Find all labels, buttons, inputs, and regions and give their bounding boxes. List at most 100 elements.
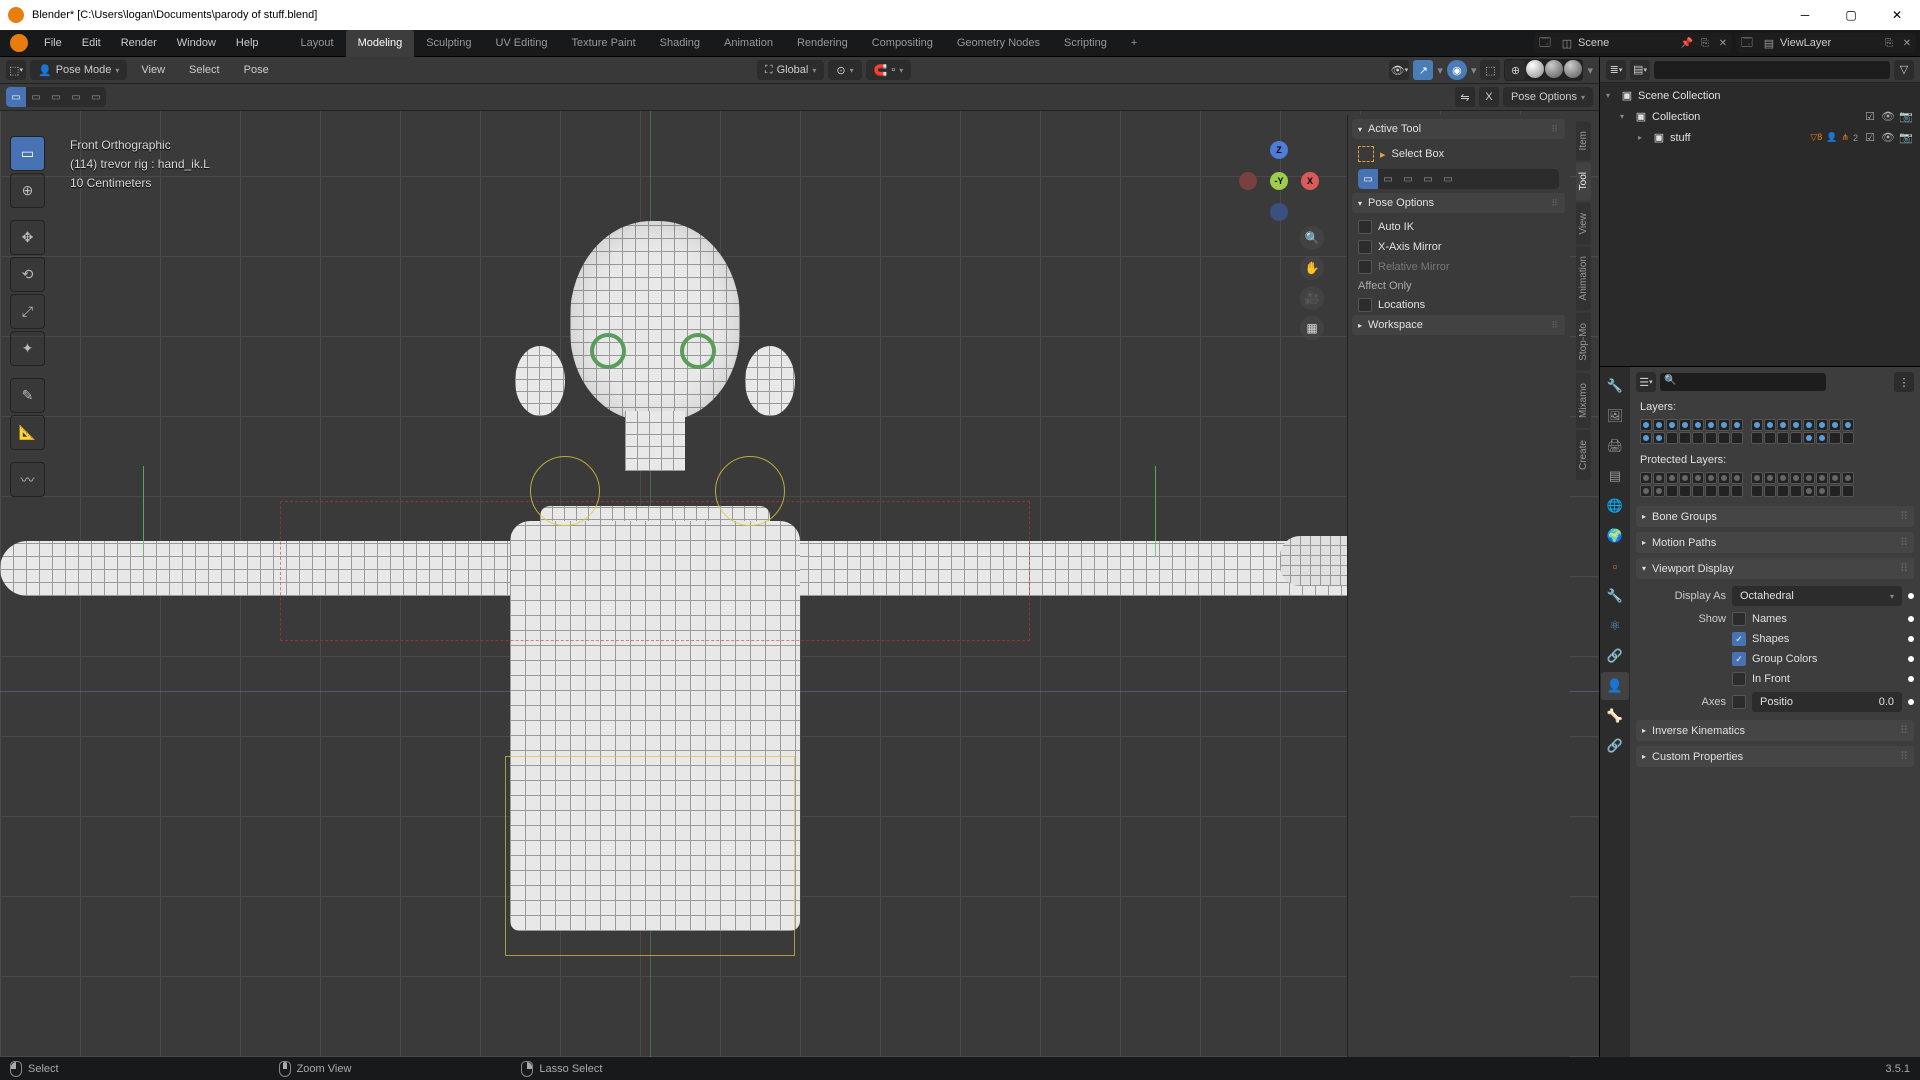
tree-collection[interactable]: ▾ ▣ Collection ☑ 👁 📷 xyxy=(1600,106,1920,127)
layer-button[interactable] xyxy=(1679,485,1691,497)
layer-button[interactable] xyxy=(1829,485,1841,497)
panel-custom[interactable]: ▸Custom Properties⠿ xyxy=(1636,746,1914,767)
layer-button[interactable] xyxy=(1679,432,1691,444)
check-in-front[interactable] xyxy=(1732,672,1746,686)
nav-zoom-icon[interactable]: 🔍 xyxy=(1300,226,1324,250)
ws-sculpting[interactable]: Sculpting xyxy=(414,30,483,57)
row-locations[interactable]: Locations xyxy=(1352,295,1565,315)
ptab-object[interactable]: ▫ xyxy=(1601,552,1629,580)
toggle-visible[interactable]: 👁 xyxy=(1880,110,1896,123)
toggle-render[interactable]: 📷 xyxy=(1898,131,1914,144)
minimize-button[interactable]: ─ xyxy=(1782,0,1828,30)
viewlayer-new-icon[interactable]: ⎘ xyxy=(1880,34,1898,52)
panel-pose-options[interactable]: ▾Pose Options⠿ xyxy=(1352,193,1565,213)
layer-button[interactable] xyxy=(1666,419,1678,431)
layer-button[interactable] xyxy=(1692,485,1704,497)
layer-button[interactable] xyxy=(1653,485,1665,497)
blender-icon[interactable] xyxy=(10,34,28,52)
layer-button[interactable] xyxy=(1640,485,1652,497)
ptab-armature[interactable]: 👤 xyxy=(1601,672,1629,700)
layer-button[interactable] xyxy=(1777,419,1789,431)
ptab-bone[interactable]: 🦴 xyxy=(1601,702,1629,730)
vp-menu-pose[interactable]: Pose xyxy=(234,57,279,84)
editor-type-icon[interactable]: ⬚▾ xyxy=(6,60,26,80)
layer-button[interactable] xyxy=(1666,432,1678,444)
layer-button[interactable] xyxy=(1731,419,1743,431)
toggle-exclude[interactable]: ☑ xyxy=(1862,110,1878,123)
toolpanel-selmode-2[interactable]: ▭ xyxy=(1378,169,1398,189)
row-auto-ik[interactable]: Auto IK xyxy=(1352,217,1565,237)
check-group-colors[interactable]: ✓ xyxy=(1732,652,1746,666)
toolpanel-selmode-4[interactable]: ▭ xyxy=(1418,169,1438,189)
layer-button[interactable] xyxy=(1718,472,1730,484)
ws-scripting[interactable]: Scripting xyxy=(1052,30,1119,57)
viewlayer-selector[interactable]: 🗔 ▤ ⎘ ✕ xyxy=(1736,33,1916,53)
layer-button[interactable] xyxy=(1790,432,1802,444)
panel-motion-paths[interactable]: ▸Motion Paths⠿ xyxy=(1636,532,1914,553)
check-names[interactable] xyxy=(1732,612,1746,626)
layer-button[interactable] xyxy=(1803,485,1815,497)
reset-names[interactable] xyxy=(1908,616,1914,622)
ws-uvediting[interactable]: UV Editing xyxy=(483,30,559,57)
nav-camera-icon[interactable]: 🎥 xyxy=(1300,286,1324,310)
vp-menu-view[interactable]: View xyxy=(131,57,175,84)
layer-button[interactable] xyxy=(1816,472,1828,484)
ptab-constraints[interactable]: 🔗 xyxy=(1601,642,1629,670)
ntab-tool[interactable]: Tool xyxy=(1576,162,1591,200)
layer-button[interactable] xyxy=(1751,472,1763,484)
layer-button[interactable] xyxy=(1653,432,1665,444)
ntab-stopmo[interactable]: Stop-Mo xyxy=(1576,313,1591,371)
layer-button[interactable] xyxy=(1640,472,1652,484)
close-button[interactable]: ✕ xyxy=(1874,0,1920,30)
scene-delete-icon[interactable]: ✕ xyxy=(1714,34,1732,52)
gizmo-y-axis[interactable]: -Y xyxy=(1270,172,1288,190)
nav-gizmo[interactable]: Z -Y X xyxy=(1239,141,1319,221)
layer-button[interactable] xyxy=(1751,485,1763,497)
ntab-animation[interactable]: Animation xyxy=(1576,246,1591,310)
tool-annotate[interactable]: ✎ xyxy=(10,378,45,413)
tree-scene-collection[interactable]: ▾ ▣ Scene Collection xyxy=(1600,85,1920,106)
layer-button[interactable] xyxy=(1640,419,1652,431)
properties-options-icon[interactable]: ⋮ xyxy=(1894,372,1914,392)
shading-rendered-icon[interactable] xyxy=(1564,60,1582,78)
layer-button[interactable] xyxy=(1764,485,1776,497)
ws-animation[interactable]: Animation xyxy=(712,30,785,57)
layer-button[interactable] xyxy=(1790,485,1802,497)
layer-button[interactable] xyxy=(1842,485,1854,497)
layer-button[interactable] xyxy=(1764,432,1776,444)
outliner-filter-icon[interactable]: ▽ xyxy=(1894,60,1914,80)
outliner-search[interactable] xyxy=(1654,61,1890,79)
ws-shading[interactable]: Shading xyxy=(648,30,712,57)
check-auto-ik[interactable] xyxy=(1358,220,1372,234)
layer-button[interactable] xyxy=(1751,419,1763,431)
shading-material-icon[interactable] xyxy=(1545,60,1563,78)
layer-button[interactable] xyxy=(1692,419,1704,431)
layer-button[interactable] xyxy=(1692,432,1704,444)
scene-name-input[interactable] xyxy=(1578,37,1678,49)
reset-axes[interactable] xyxy=(1908,699,1914,705)
mirror-x-button[interactable]: X xyxy=(1479,87,1499,107)
layer-button[interactable] xyxy=(1803,472,1815,484)
layer-button[interactable] xyxy=(1692,472,1704,484)
layer-button[interactable] xyxy=(1777,432,1789,444)
menu-help[interactable]: Help xyxy=(226,30,269,57)
ws-layout[interactable]: Layout xyxy=(289,30,346,57)
layer-button[interactable] xyxy=(1705,485,1717,497)
tool-measure[interactable]: 📐 xyxy=(10,415,45,450)
maximize-button[interactable]: ▢ xyxy=(1828,0,1874,30)
select-mode-set-icon[interactable]: ▭ xyxy=(6,87,26,107)
layer-button[interactable] xyxy=(1842,432,1854,444)
scene-pin-icon[interactable]: 📌 xyxy=(1678,34,1696,52)
select-mode-extend-icon[interactable]: ▭ xyxy=(26,87,46,107)
layer-button[interactable] xyxy=(1764,419,1776,431)
shading-solid-icon[interactable] xyxy=(1526,60,1544,78)
properties-search[interactable] xyxy=(1660,373,1826,391)
axes-position-field[interactable]: Positio0.0 xyxy=(1752,692,1902,712)
ptab-modifiers[interactable]: 🔧 xyxy=(1601,582,1629,610)
display-as-dropdown[interactable]: Octahedral▾ xyxy=(1732,586,1902,606)
layer-button[interactable] xyxy=(1829,419,1841,431)
row-xmirror[interactable]: X-Axis Mirror xyxy=(1352,237,1565,257)
menu-render[interactable]: Render xyxy=(111,30,167,57)
gizmo-x-axis[interactable]: X xyxy=(1301,172,1319,190)
tool-cursor[interactable]: ⊕ xyxy=(10,173,45,208)
